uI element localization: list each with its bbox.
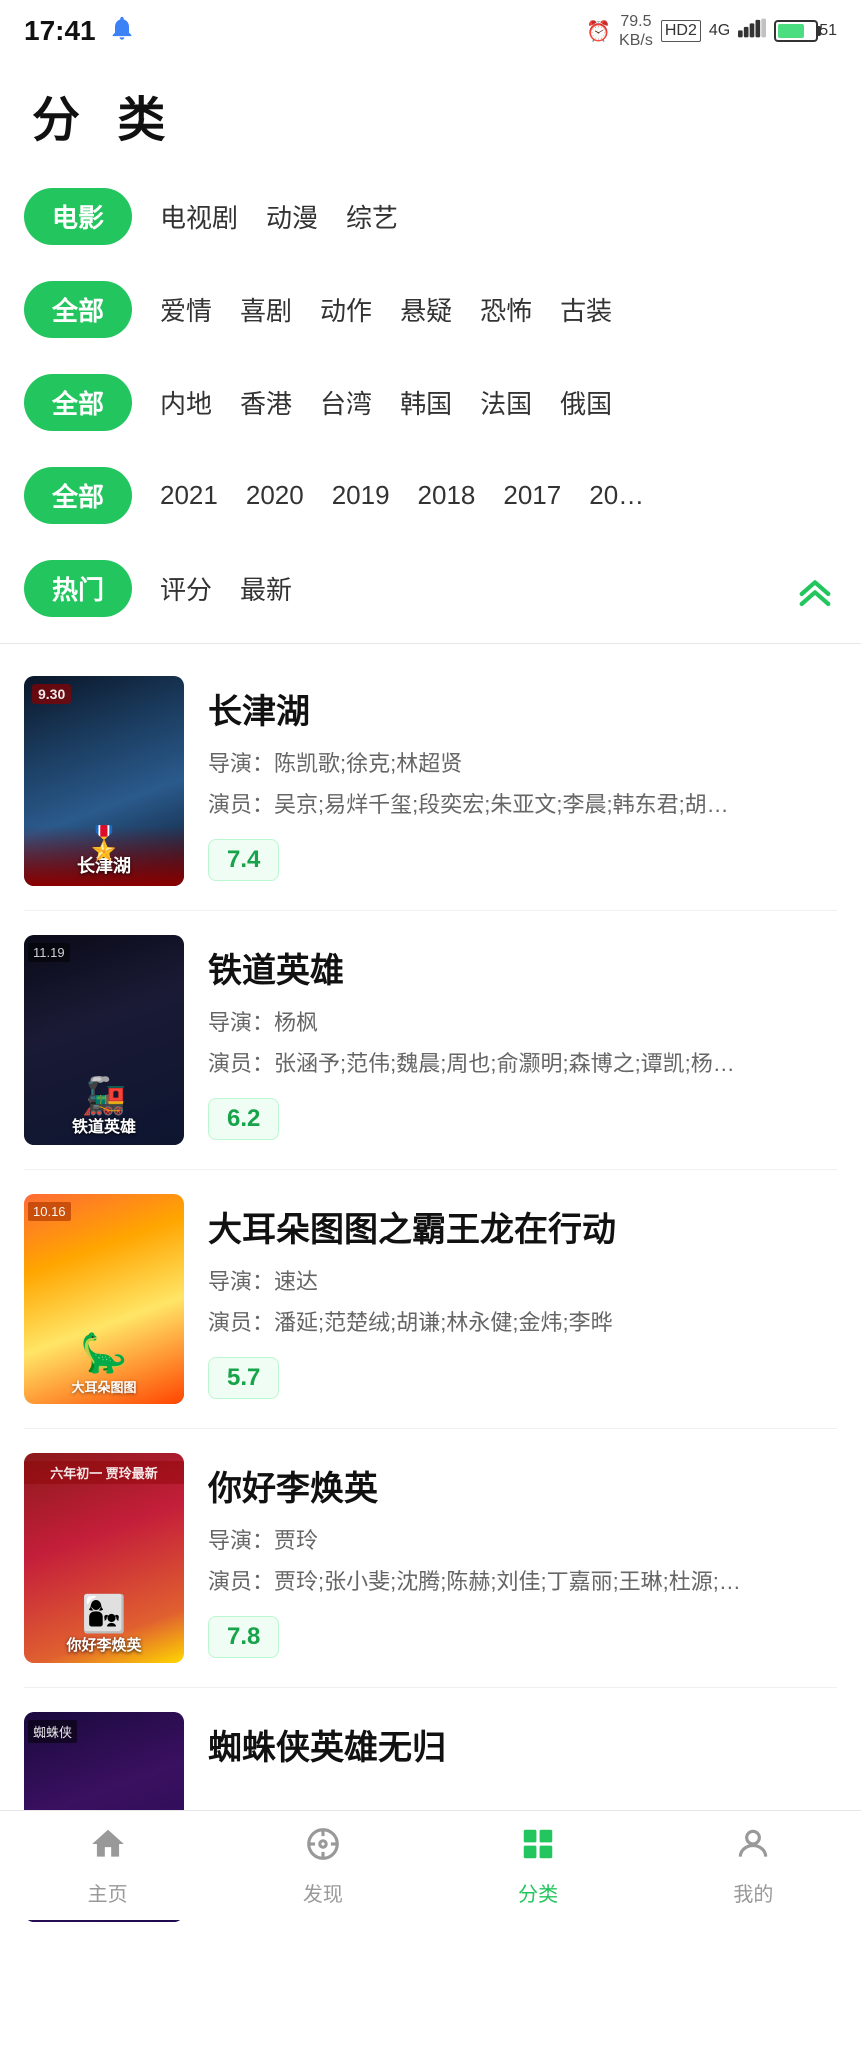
filter-row-year: 全部 2021 2020 2019 2018 2017 20… [24,449,837,542]
nav-label-discover: 发现 [303,1878,343,1907]
filter-chip-all-region[interactable]: 全部 [24,374,132,431]
movie-cast: 演员：张涵予;范伟;魏晨;周也;俞灏明;森博之;谭凯;杨… [208,1047,837,1080]
nav-label-profile: 我的 [733,1878,773,1907]
filter-item-2020[interactable]: 2020 [246,480,304,511]
movie-director: 导演：陈凯歌;徐克;林超贤 [208,747,837,780]
filter-item-ru[interactable]: 俄国 [560,384,612,421]
filter-item-mainland[interactable]: 内地 [160,384,212,421]
nav-label-home: 主页 [88,1878,128,1907]
filter-item-2019[interactable]: 2019 [332,480,390,511]
movie-info: 长津湖 导演：陈凯歌;徐克;林超贤 演员：吴京;易烊千玺;段奕宏;朱亚文;李晨;… [208,676,837,881]
movie-info: 大耳朵图图之霸王龙在行动 导演：速达 演员：潘延;范楚绒;胡谦;林永健;金炜;李… [208,1194,837,1399]
bottom-navigation: 主页 发现 分类 [0,1810,861,1920]
filter-item-anime[interactable]: 动漫 [266,198,318,235]
filter-row-region: 全部 内地 香港 台湾 韩国 法国 俄国 [24,356,837,449]
movie-list: 9.30 长津湖 🎖️ 长津湖 导演：陈凯歌;徐克;林超贤 演员：吴京;易烊千玺… [0,652,861,1946]
filter-item-horror[interactable]: 恐怖 [480,291,532,328]
filter-item-costume[interactable]: 古装 [560,291,612,328]
category-icon [519,1825,557,1872]
notification-icon [108,14,136,49]
filter-chip-movie[interactable]: 电影 [24,188,132,245]
battery-icon: 51 [774,20,837,42]
filter-item-newest[interactable]: 最新 [240,570,292,607]
movie-cast: 演员：潘延;范楚绒;胡谦;林永健;金炜;李晔 [208,1306,837,1339]
movie-info: 蜘蛛侠英雄无归 [208,1712,837,1783]
nav-label-category: 分类 [518,1878,558,1907]
movie-poster[interactable]: 9.30 长津湖 🎖️ [24,676,184,886]
movie-director: 导演：贾玲 [208,1524,837,1557]
movie-item: 10.16 大耳朵图图 🦕 大耳朵图图之霸王龙在行动 导演：速达 演员：潘延;范… [24,1170,837,1429]
movie-item: 你好李焕英 👩‍👧 六年初一 贾玲最新 你好李焕英 导演：贾玲 演员：贾玲;张小… [24,1429,837,1688]
status-time: 17:41 [24,15,96,47]
movie-item: 9.30 长津湖 🎖️ 长津湖 导演：陈凯歌;徐克;林超贤 演员：吴京;易烊千玺… [24,652,837,911]
filter-row-genre: 全部 爱情 喜剧 动作 悬疑 恐怖 古装 [24,263,837,356]
nav-item-discover[interactable]: 发现 [283,1817,363,1915]
alarm-icon: ⏰ [586,19,611,44]
movie-title: 大耳朵图图之霸王龙在行动 [208,1202,837,1251]
filter-item-fr[interactable]: 法国 [480,384,532,421]
hd2-icon: HD2 [661,20,701,42]
movie-title: 蜘蛛侠英雄无归 [208,1720,837,1769]
filter-item-hk[interactable]: 香港 [240,384,292,421]
filter-section: 电影 电视剧 动漫 综艺 全部 爱情 喜剧 动作 悬疑 恐怖 古装 全部 内地 … [0,170,861,635]
movie-title: 你好李焕英 [208,1461,837,1510]
movie-title: 长津湖 [208,684,837,733]
movie-poster[interactable]: 你好李焕英 👩‍👧 六年初一 贾玲最新 [24,1453,184,1663]
filter-item-kr[interactable]: 韩国 [400,384,452,421]
collapse-filters-button[interactable] [793,567,837,611]
network-4g-icon: 4G [709,22,730,40]
filter-chip-hot[interactable]: 热门 [24,560,132,617]
filter-item-2016[interactable]: 20… [589,480,644,511]
movie-poster[interactable]: 铁道英雄 11.19 🚂 [24,935,184,1145]
filter-row-sort: 热门 评分 最新 [24,542,837,635]
movie-cast: 演员：贾玲;张小斐;沈腾;陈赫;刘佳;丁嘉丽;王琳;杜源;… [208,1565,837,1598]
movie-title: 铁道英雄 [208,943,837,992]
movie-info: 铁道英雄 导演：杨枫 演员：张涵予;范伟;魏晨;周也;俞灏明;森博之;谭凯;杨…… [208,935,837,1140]
section-divider [0,643,861,644]
movie-director: 导演：速达 [208,1265,837,1298]
signal-icon [738,18,766,44]
filter-item-tv[interactable]: 电视剧 [160,198,238,235]
discover-icon [304,1825,342,1872]
movie-rating: 7.8 [208,1616,279,1658]
nav-item-profile[interactable]: 我的 [713,1817,793,1915]
movie-rating: 7.4 [208,839,279,881]
movie-cast: 演员：吴京;易烊千玺;段奕宏;朱亚文;李晨;韩东君;胡… [208,788,837,821]
status-bar: 17:41 ⏰ 79.5KB/s HD2 4G 51 [0,0,861,56]
filter-item-rating-sort[interactable]: 评分 [160,570,212,607]
filter-item-mystery[interactable]: 悬疑 [400,291,452,328]
profile-icon [734,1825,772,1872]
home-icon [89,1825,127,1872]
filter-item-romance[interactable]: 爱情 [160,291,212,328]
filter-chip-all-year[interactable]: 全部 [24,467,132,524]
movie-poster[interactable]: 10.16 大耳朵图图 🦕 [24,1194,184,1404]
filter-item-action[interactable]: 动作 [320,291,372,328]
movie-rating: 5.7 [208,1357,279,1399]
network-speed: 79.5KB/s [619,12,653,50]
filter-item-2021[interactable]: 2021 [160,480,218,511]
movie-director: 导演：杨枫 [208,1006,837,1039]
nav-item-category[interactable]: 分类 [498,1817,578,1915]
filter-item-comedy[interactable]: 喜剧 [240,291,292,328]
movie-rating: 6.2 [208,1098,279,1140]
filter-item-2017[interactable]: 2017 [503,480,561,511]
filter-item-variety[interactable]: 综艺 [346,198,398,235]
status-icons: ⏰ 79.5KB/s HD2 4G 51 [586,12,837,50]
nav-item-home[interactable]: 主页 [68,1817,148,1915]
filter-item-tw[interactable]: 台湾 [320,384,372,421]
page-title: 分 类 [0,56,861,170]
filter-item-2018[interactable]: 2018 [418,480,476,511]
filter-chip-all-genre[interactable]: 全部 [24,281,132,338]
filter-row-type: 电影 电视剧 动漫 综艺 [24,170,837,263]
movie-item: 铁道英雄 11.19 🚂 铁道英雄 导演：杨枫 演员：张涵予;范伟;魏晨;周也;… [24,911,837,1170]
movie-info: 你好李焕英 导演：贾玲 演员：贾玲;张小斐;沈腾;陈赫;刘佳;丁嘉丽;王琳;杜源… [208,1453,837,1658]
